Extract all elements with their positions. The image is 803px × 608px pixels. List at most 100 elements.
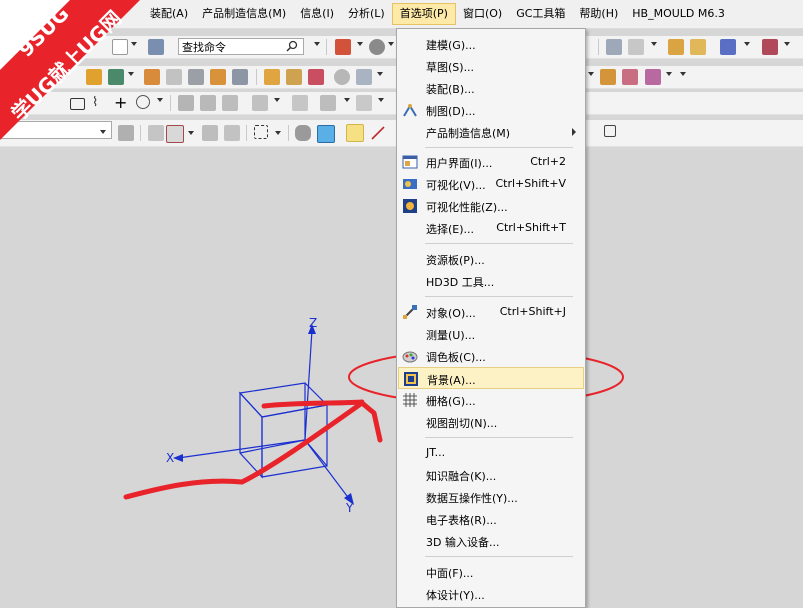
menu-item-label: 可视化(V)... <box>426 179 486 192</box>
menu-item-palette[interactable]: 调色板(C)... <box>398 345 584 367</box>
chevron-down-icon[interactable] <box>274 98 280 102</box>
menu-item-grid[interactable]: 栅格(G)... <box>398 389 584 411</box>
chevron-down-icon[interactable] <box>784 42 790 46</box>
menu-item-assembly[interactable]: 装配(B)... <box>398 77 584 99</box>
snap-icon[interactable] <box>720 39 736 55</box>
chevron-down-icon[interactable] <box>651 42 657 46</box>
search-icon[interactable] <box>286 40 298 52</box>
menu-analysis[interactable]: 分析(L) <box>341 3 392 25</box>
menu-item-spreadsheet[interactable]: 电子表格(R)... <box>398 508 584 530</box>
preferences-dropdown-menu: 建模(G)... 草图(S)... 装配(B)... 制图(D)... 产品制造… <box>396 28 586 608</box>
menu-item-view-section[interactable]: 视图剖切(N)... <box>398 411 584 433</box>
menu-item-selection[interactable]: 选择(E)... Ctrl+Shift+T <box>398 217 584 239</box>
tools-icon[interactable] <box>668 39 684 55</box>
corner-icon[interactable] <box>222 95 238 111</box>
chevron-down-icon[interactable] <box>275 131 281 135</box>
menu-item-label: 视图剖切(N)... <box>426 417 498 430</box>
menu-item-3d-input-device[interactable]: 3D 输入设备... <box>398 530 584 552</box>
trim-icon[interactable] <box>178 95 194 111</box>
menu-item-label: 对象(O)... <box>426 307 476 320</box>
chevron-down-icon[interactable] <box>680 72 686 76</box>
chevron-down-icon[interactable] <box>357 42 363 46</box>
layout-icon[interactable] <box>335 39 351 55</box>
hidden-icon[interactable] <box>356 69 372 85</box>
menu-item-background[interactable]: 背景(A)... <box>398 367 584 389</box>
snap-point-icon[interactable] <box>202 125 218 141</box>
menu-item-body-design[interactable]: 体设计(Y)... <box>398 583 584 605</box>
menu-item-label: 知识融合(K)... <box>426 470 497 483</box>
constraint-icon[interactable] <box>645 69 661 85</box>
axis-icon[interactable] <box>762 39 778 55</box>
menu-item-user-interface[interactable]: 用户界面(I)... Ctrl+2 <box>398 151 584 173</box>
menu-item-visualization[interactable]: 可视化(V)... Ctrl+Shift+V <box>398 173 584 195</box>
menu-information[interactable]: 信息(I) <box>293 3 341 25</box>
menu-item-resource-bar[interactable]: 资源板(P)... <box>398 248 584 270</box>
chevron-down-icon[interactable] <box>588 72 594 76</box>
menu-window[interactable]: 窗口(O) <box>456 3 509 25</box>
menu-gc-toolkit[interactable]: GC工具箱 <box>509 3 572 25</box>
add-select-icon[interactable] <box>166 125 184 143</box>
menu-hb-mould[interactable]: HB_MOULD M6.3 <box>625 3 732 25</box>
part-icon[interactable] <box>606 39 622 55</box>
menu-item-sketch[interactable]: 草图(S)... <box>398 55 584 77</box>
tree-icon[interactable] <box>628 39 644 55</box>
snap-endpoint-icon[interactable] <box>346 124 364 142</box>
extrude-icon[interactable] <box>166 69 182 85</box>
chevron-down-icon[interactable] <box>314 42 320 46</box>
offset-icon[interactable] <box>292 95 308 111</box>
chevron-down-icon[interactable] <box>666 72 672 76</box>
wrench-icon[interactable] <box>690 39 706 55</box>
chevron-down-icon[interactable] <box>157 98 163 102</box>
chevron-down-icon[interactable] <box>377 72 383 76</box>
command-finder-icon[interactable] <box>148 39 164 55</box>
shaded-box-icon[interactable] <box>317 125 335 143</box>
shaded-view-icon[interactable] <box>295 125 311 141</box>
solid-icon[interactable] <box>232 69 248 85</box>
dimension-icon[interactable] <box>356 95 372 111</box>
chevron-down-icon[interactable] <box>188 131 194 135</box>
pattern-icon[interactable] <box>320 95 336 111</box>
menu-separator <box>425 147 573 148</box>
extend-icon[interactable] <box>200 95 216 111</box>
view-icon[interactable] <box>264 69 280 85</box>
menu-item-hd3d-tools[interactable]: HD3D 工具... <box>398 270 584 292</box>
pick-icon[interactable] <box>224 125 240 141</box>
axis-label-y: Y <box>345 501 354 515</box>
menu-item-data-interoperability[interactable]: 数据互操作性(Y)... <box>398 486 584 508</box>
grid-icon <box>402 392 418 408</box>
menu-help[interactable]: 帮助(H) <box>572 3 625 25</box>
grid-icon[interactable] <box>604 125 616 137</box>
cube-icon[interactable] <box>210 69 226 85</box>
chevron-down-icon[interactable] <box>744 42 750 46</box>
line-tool-icon[interactable] <box>370 125 386 141</box>
menu-item-pmi[interactable]: 产品制造信息(M) <box>398 121 584 143</box>
menu-preferences[interactable]: 首选项(P) <box>391 3 456 25</box>
menu-item-midsurface[interactable]: 中面(F)... <box>398 561 584 583</box>
mirror-icon[interactable] <box>252 95 268 111</box>
select-icon[interactable] <box>148 125 164 141</box>
menu-item-drafting[interactable]: 制图(D)... <box>398 99 584 121</box>
menu-item-modeling[interactable]: 建模(G)... <box>398 33 584 55</box>
shaded-icon[interactable] <box>308 69 324 85</box>
menu-item-jt[interactable]: JT... <box>398 442 584 464</box>
watermark-ribbon: 9SUG 学UG就上UG网 <box>0 0 140 140</box>
menu-item-visualization-performance[interactable]: 可视化性能(Z)... <box>398 195 584 217</box>
render-style-icon[interactable] <box>369 39 385 55</box>
orient-icon[interactable] <box>286 69 302 85</box>
assembly-icon[interactable] <box>600 69 616 85</box>
toolbar-separator <box>326 39 327 55</box>
menu-item-knowledge-fusion[interactable]: 知识融合(K)... <box>398 464 584 486</box>
box-select-icon[interactable] <box>254 125 268 139</box>
drafting-icon <box>402 102 418 118</box>
chevron-down-icon[interactable] <box>388 42 394 46</box>
face-icon[interactable] <box>188 69 204 85</box>
menu-item-label: 3D 输入设备... <box>426 536 500 549</box>
sphere-icon[interactable] <box>334 69 350 85</box>
menu-item-object[interactable]: 对象(O)... Ctrl+Shift+J <box>398 301 584 323</box>
chevron-down-icon[interactable] <box>344 98 350 102</box>
menu-assembly[interactable]: 装配(A) <box>143 3 195 25</box>
chevron-down-icon[interactable] <box>378 98 384 102</box>
menu-item-measure[interactable]: 测量(U)... <box>398 323 584 345</box>
menu-pmi[interactable]: 产品制造信息(M) <box>195 3 293 25</box>
component-icon[interactable] <box>622 69 638 85</box>
